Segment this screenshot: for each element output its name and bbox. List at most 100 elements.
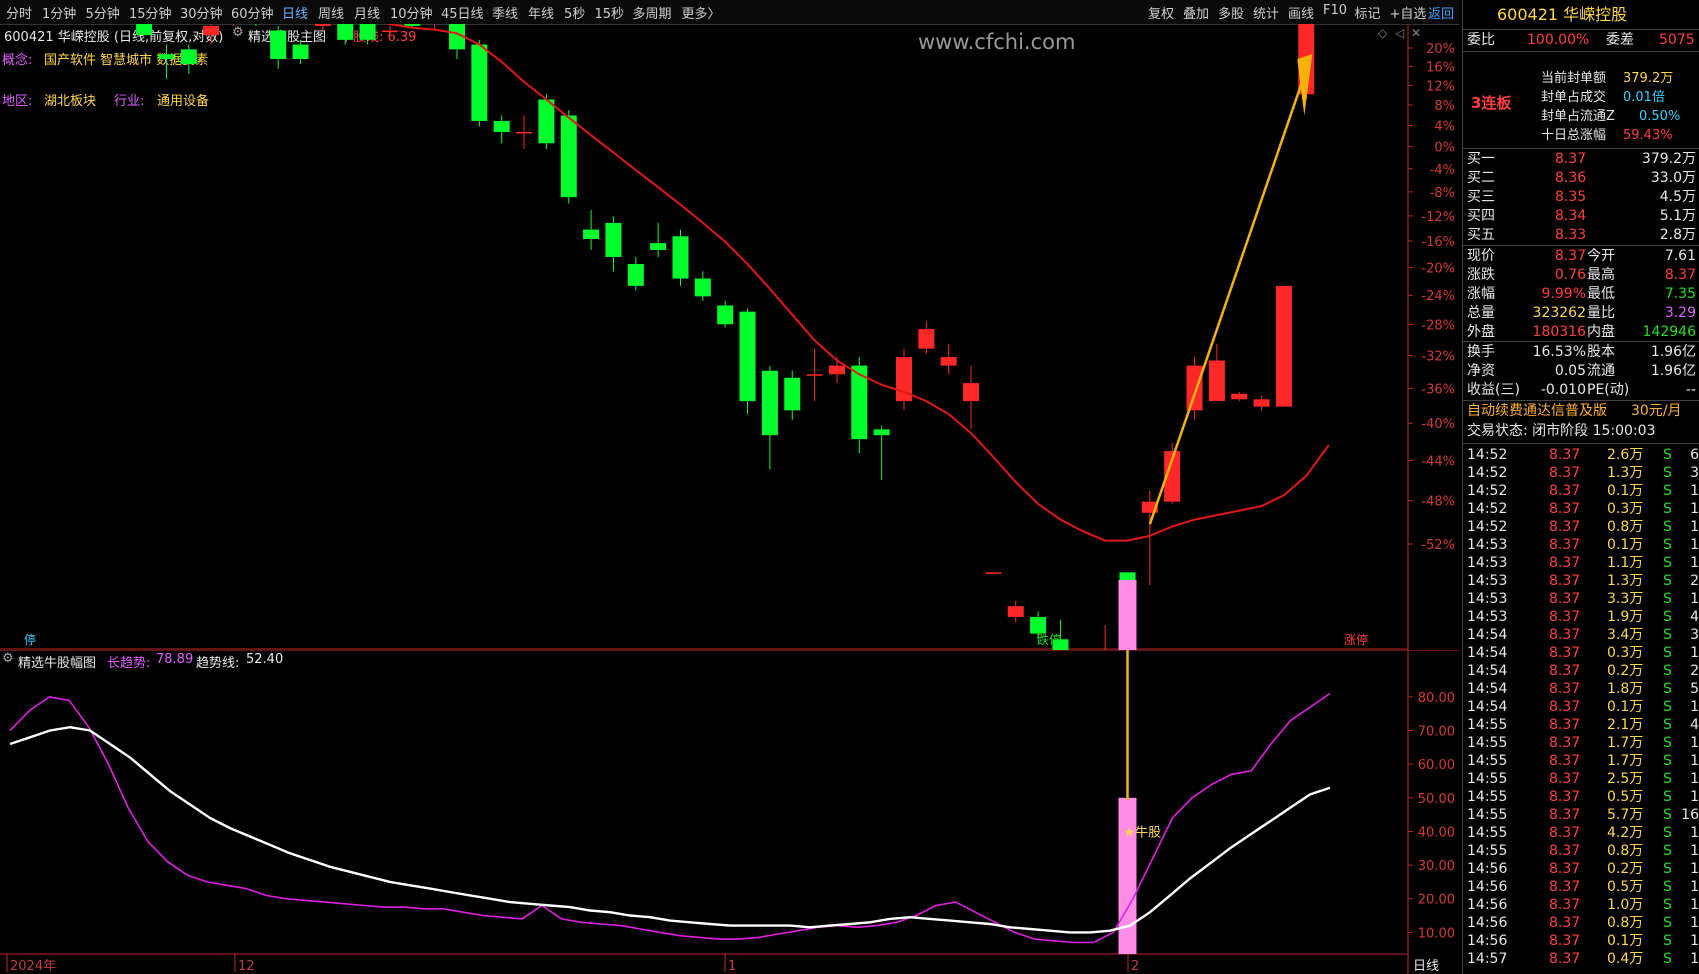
period-tab[interactable]: 30分钟	[180, 3, 223, 22]
period-tab[interactable]: 年线	[528, 3, 554, 22]
tick-price: 8.37	[1549, 915, 1581, 931]
period-tab[interactable]: 更多〉	[682, 3, 721, 22]
bid-price: 8.33	[1555, 227, 1587, 243]
candle-body	[650, 243, 667, 250]
tick-side: S	[1663, 825, 1672, 841]
tick-side: S	[1663, 897, 1672, 913]
trend-oscillator-chart[interactable]: 80.00 70.00 60.00 50.00 40.00 30.00 20.00 10.00…	[0, 650, 1460, 974]
tick-side: S	[1663, 519, 1672, 535]
tick-row: 14:53 8.37 1.9万 S 4	[1467, 608, 1699, 626]
tick-time: 14:52	[1467, 447, 1508, 463]
tick-count: 1	[1690, 861, 1699, 877]
promo-price[interactable]: 30元/月	[1631, 402, 1682, 421]
tick-count: 3	[1690, 465, 1699, 481]
period-tab[interactable]: 日线	[282, 3, 308, 22]
stat-value: 142946	[1642, 324, 1696, 340]
weibi-value: 100.00%	[1527, 32, 1590, 48]
toolbar-button[interactable]: 标记	[1355, 3, 1381, 22]
stat-label: 量比	[1587, 305, 1615, 321]
back-button[interactable]: 返回	[1428, 3, 1454, 22]
period-tab[interactable]: 多周期	[633, 3, 672, 22]
tick-volume: 2.5万	[1607, 771, 1644, 787]
toolbar-button[interactable]: F10	[1323, 3, 1347, 18]
toolbar-button[interactable]: +自选	[1390, 3, 1427, 22]
tick-side: S	[1663, 555, 1672, 571]
period-tab[interactable]: 季线	[492, 3, 518, 22]
tick-price: 8.37	[1549, 465, 1581, 481]
period-tab[interactable]: 15秒	[595, 3, 625, 22]
tick-count: 4	[1690, 717, 1699, 733]
toolbar-button[interactable]: 统计	[1253, 3, 1279, 22]
candle-body	[963, 383, 980, 402]
tick-row: 14:56 8.37 0.5万 S 1	[1467, 878, 1699, 896]
tick-time: 14:55	[1467, 735, 1508, 751]
candle-body	[985, 572, 1002, 574]
period-tab[interactable]: 10分钟	[390, 3, 433, 22]
stat-value: -0.010	[1540, 382, 1586, 398]
stat-label: 收益(三)	[1467, 382, 1520, 398]
candle-body	[1208, 360, 1225, 402]
stat-value: 8.37	[1554, 248, 1586, 264]
tick-count: 1	[1690, 483, 1699, 499]
period-tab[interactable]: 45日线	[441, 3, 484, 22]
stat-label: 最低	[1587, 286, 1615, 302]
tick-row: 14:55 8.37 2.5万 S 1	[1467, 770, 1699, 788]
quote-panel: 600421 华嵘控股 委比 100.00% 委差 5075 3连板 当前封单额…	[1462, 0, 1699, 974]
candle-body	[381, 30, 398, 33]
tick-count: 2	[1690, 663, 1699, 679]
period-tab[interactable]: 周线	[318, 3, 344, 22]
period-label: 日线	[1413, 959, 1439, 974]
tick-volume: 1.9万	[1607, 609, 1644, 625]
candle-body	[761, 370, 778, 436]
tick-side: S	[1663, 789, 1672, 805]
stat-label: 涨跌	[1467, 267, 1495, 283]
candle-body	[672, 236, 689, 279]
tick-price: 8.37	[1549, 735, 1581, 751]
stat-value: 323262	[1532, 305, 1586, 321]
toolbar-button[interactable]: 复权	[1148, 3, 1174, 22]
sub-y-tick-label: 70.00	[1418, 725, 1455, 740]
period-tab[interactable]: 1分钟	[42, 3, 76, 22]
y-tick-label: -12%	[1421, 210, 1455, 225]
candle-body	[806, 374, 823, 376]
tick-count: 6	[1690, 447, 1699, 463]
period-tab[interactable]: 60分钟	[231, 3, 274, 22]
period-tab[interactable]: 5分钟	[86, 3, 120, 22]
tick-volume: 0.4万	[1607, 951, 1644, 967]
tick-count: 1	[1690, 699, 1699, 715]
promo-text[interactable]: 自动续费通达信普及版	[1467, 402, 1607, 421]
toolbar-button[interactable]: 叠加	[1183, 3, 1209, 22]
tick-price: 8.37	[1549, 483, 1581, 499]
tick-price: 8.37	[1549, 879, 1581, 895]
period-tab[interactable]: 分时	[6, 3, 32, 22]
period-tab[interactable]: 5秒	[564, 3, 585, 22]
period-tab[interactable]: 月线	[354, 3, 380, 22]
tick-price: 8.37	[1549, 861, 1581, 877]
sub-y-tick-label: 50.00	[1418, 792, 1455, 807]
tick-count: 4	[1690, 609, 1699, 625]
toolbar-button[interactable]: 多股	[1218, 3, 1244, 22]
period-toolbar: 分时 1分钟 5分钟 15分钟 30分钟 60分钟 日线 周线 月线 10分钟 45日线 季线 年线 5秒…	[0, 0, 1460, 25]
tick-row: 14:53 8.37 1.3万 S 2	[1467, 572, 1699, 590]
stat-label: 换手	[1467, 344, 1495, 360]
period-tab[interactable]: 15分钟	[129, 3, 172, 22]
tick-volume: 2.1万	[1607, 717, 1644, 733]
tick-side: S	[1663, 843, 1672, 859]
y-tick-label: 4%	[1434, 119, 1455, 134]
tick-volume: 1.0万	[1607, 897, 1644, 913]
bid-label: 买三	[1467, 189, 1495, 205]
candle-body	[516, 131, 533, 134]
tick-side: S	[1663, 465, 1672, 481]
stat-value: --	[1685, 382, 1696, 398]
tick-volume: 0.3万	[1607, 501, 1644, 517]
tick-price: 8.37	[1549, 609, 1581, 625]
toolbar-button[interactable]: 画线	[1288, 3, 1314, 22]
tick-side: S	[1663, 915, 1672, 931]
candle-body	[784, 377, 801, 411]
tick-time: 14:55	[1467, 717, 1508, 733]
tick-volume: 0.3万	[1607, 645, 1644, 661]
tick-time: 14:54	[1467, 627, 1508, 643]
tick-count: 1	[1690, 915, 1699, 931]
candlestick-chart[interactable]: 20% 16% 12% 8% 4% 0% -4% -8% -12% -16% -20% -24% -28…	[0, 24, 1460, 650]
tick-volume: 0.1万	[1607, 483, 1644, 499]
